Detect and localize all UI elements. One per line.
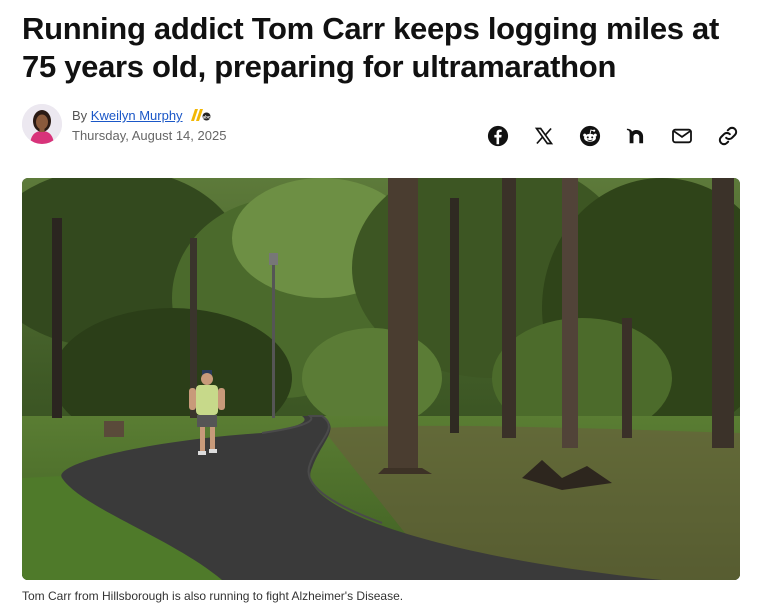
publish-date: Thursday, August 14, 2025 xyxy=(72,128,227,143)
share-bar xyxy=(486,123,740,149)
author-link[interactable]: Kweilyn Murphy xyxy=(91,108,183,123)
nextdoor-icon xyxy=(626,128,644,144)
share-facebook-button[interactable] xyxy=(486,124,510,148)
author-avatar[interactable] xyxy=(22,104,62,144)
svg-text:abc: abc xyxy=(203,114,211,119)
share-nextdoor-button[interactable] xyxy=(624,124,648,148)
station-logo-icon: abc xyxy=(189,108,211,125)
byline-row: By Kweilyn Murphy abc Thursday, August 1… xyxy=(22,104,740,148)
runner-in-park-image xyxy=(22,178,740,580)
article-photo[interactable] xyxy=(22,178,740,580)
article-headline: Running addict Tom Carr keeps logging mi… xyxy=(22,11,719,84)
facebook-icon xyxy=(487,125,509,147)
share-reddit-button[interactable] xyxy=(578,124,602,148)
link-icon xyxy=(718,126,738,146)
x-icon xyxy=(534,127,554,145)
reddit-icon xyxy=(579,125,601,147)
email-icon xyxy=(672,128,692,144)
byline: By Kweilyn Murphy abc xyxy=(72,108,211,125)
copy-link-button[interactable] xyxy=(716,124,740,148)
share-x-button[interactable] xyxy=(532,124,556,148)
share-email-button[interactable] xyxy=(670,124,694,148)
byline-prefix: By xyxy=(72,108,88,123)
